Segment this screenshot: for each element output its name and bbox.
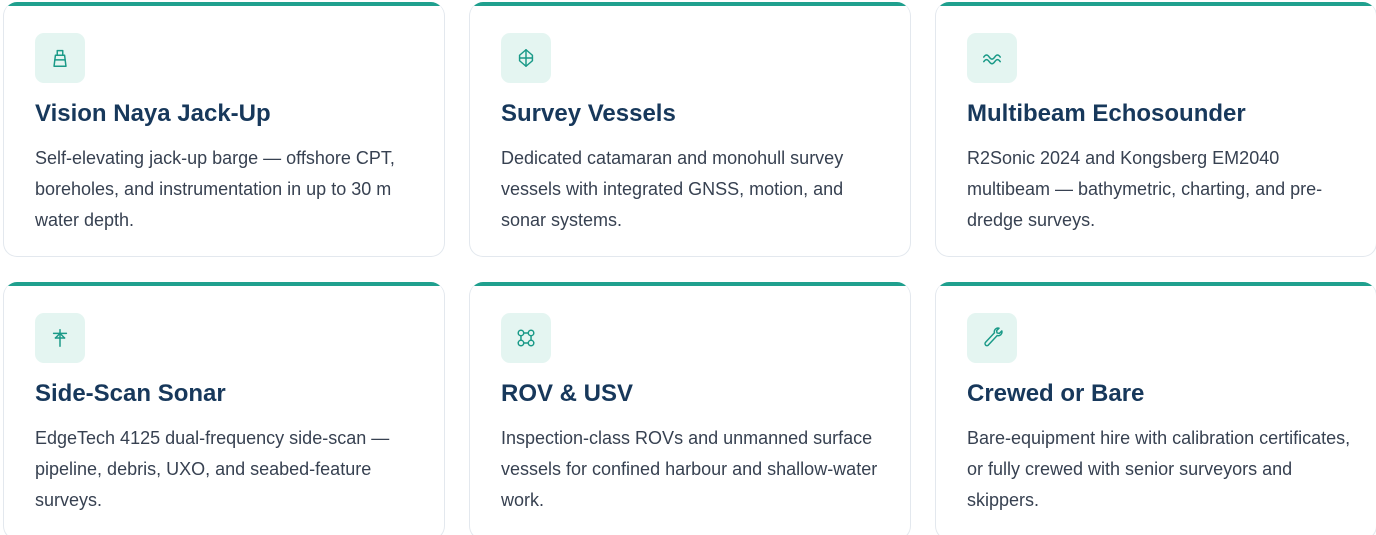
card-title: ROV & USV [501, 380, 634, 407]
card-title: Side-Scan Sonar [35, 380, 226, 407]
equipment-grid: Vision Naya Jack-Up Self-elevating jack-… [0, 0, 1376, 535]
card-title: Vision Naya Jack-Up [35, 100, 271, 127]
jackup-barge-icon [35, 33, 85, 83]
rov-icon [501, 313, 551, 363]
wrench-icon [967, 313, 1017, 363]
waves-icon [967, 33, 1017, 83]
card-description: EdgeTech 4125 dual-frequency side-scan —… [35, 428, 390, 510]
sonar-array-icon [35, 313, 85, 363]
card-survey-vessels: Survey Vessels Dedicated catamaran and m… [469, 2, 911, 257]
card-description: Inspection-class ROVs and unmanned surfa… [501, 428, 878, 510]
card-description: Self-elevating jack-up barge — offshore … [35, 148, 395, 230]
vessel-icon [501, 33, 551, 83]
card-jackup: Vision Naya Jack-Up Self-elevating jack-… [3, 2, 445, 257]
card-description: Bare-equipment hire with calibration cer… [967, 428, 1351, 510]
card-crewed-bare: Crewed or Bare Bare-equipment hire with … [935, 282, 1376, 535]
card-rov-usv: ROV & USV Inspection-class ROVs and unma… [469, 282, 911, 535]
card-side-scan: Side-Scan Sonar EdgeTech 4125 dual-frequ… [3, 282, 445, 535]
card-title: Survey Vessels [501, 100, 676, 127]
card-title: Crewed or Bare [967, 380, 1145, 407]
card-title: Multibeam Echosounder [967, 100, 1246, 127]
card-description: R2Sonic 2024 and Kongsberg EM2040 multib… [967, 148, 1323, 230]
card-multibeam: Multibeam Echosounder R2Sonic 2024 and K… [935, 2, 1376, 257]
card-description: Dedicated catamaran and monohull survey … [501, 148, 844, 230]
